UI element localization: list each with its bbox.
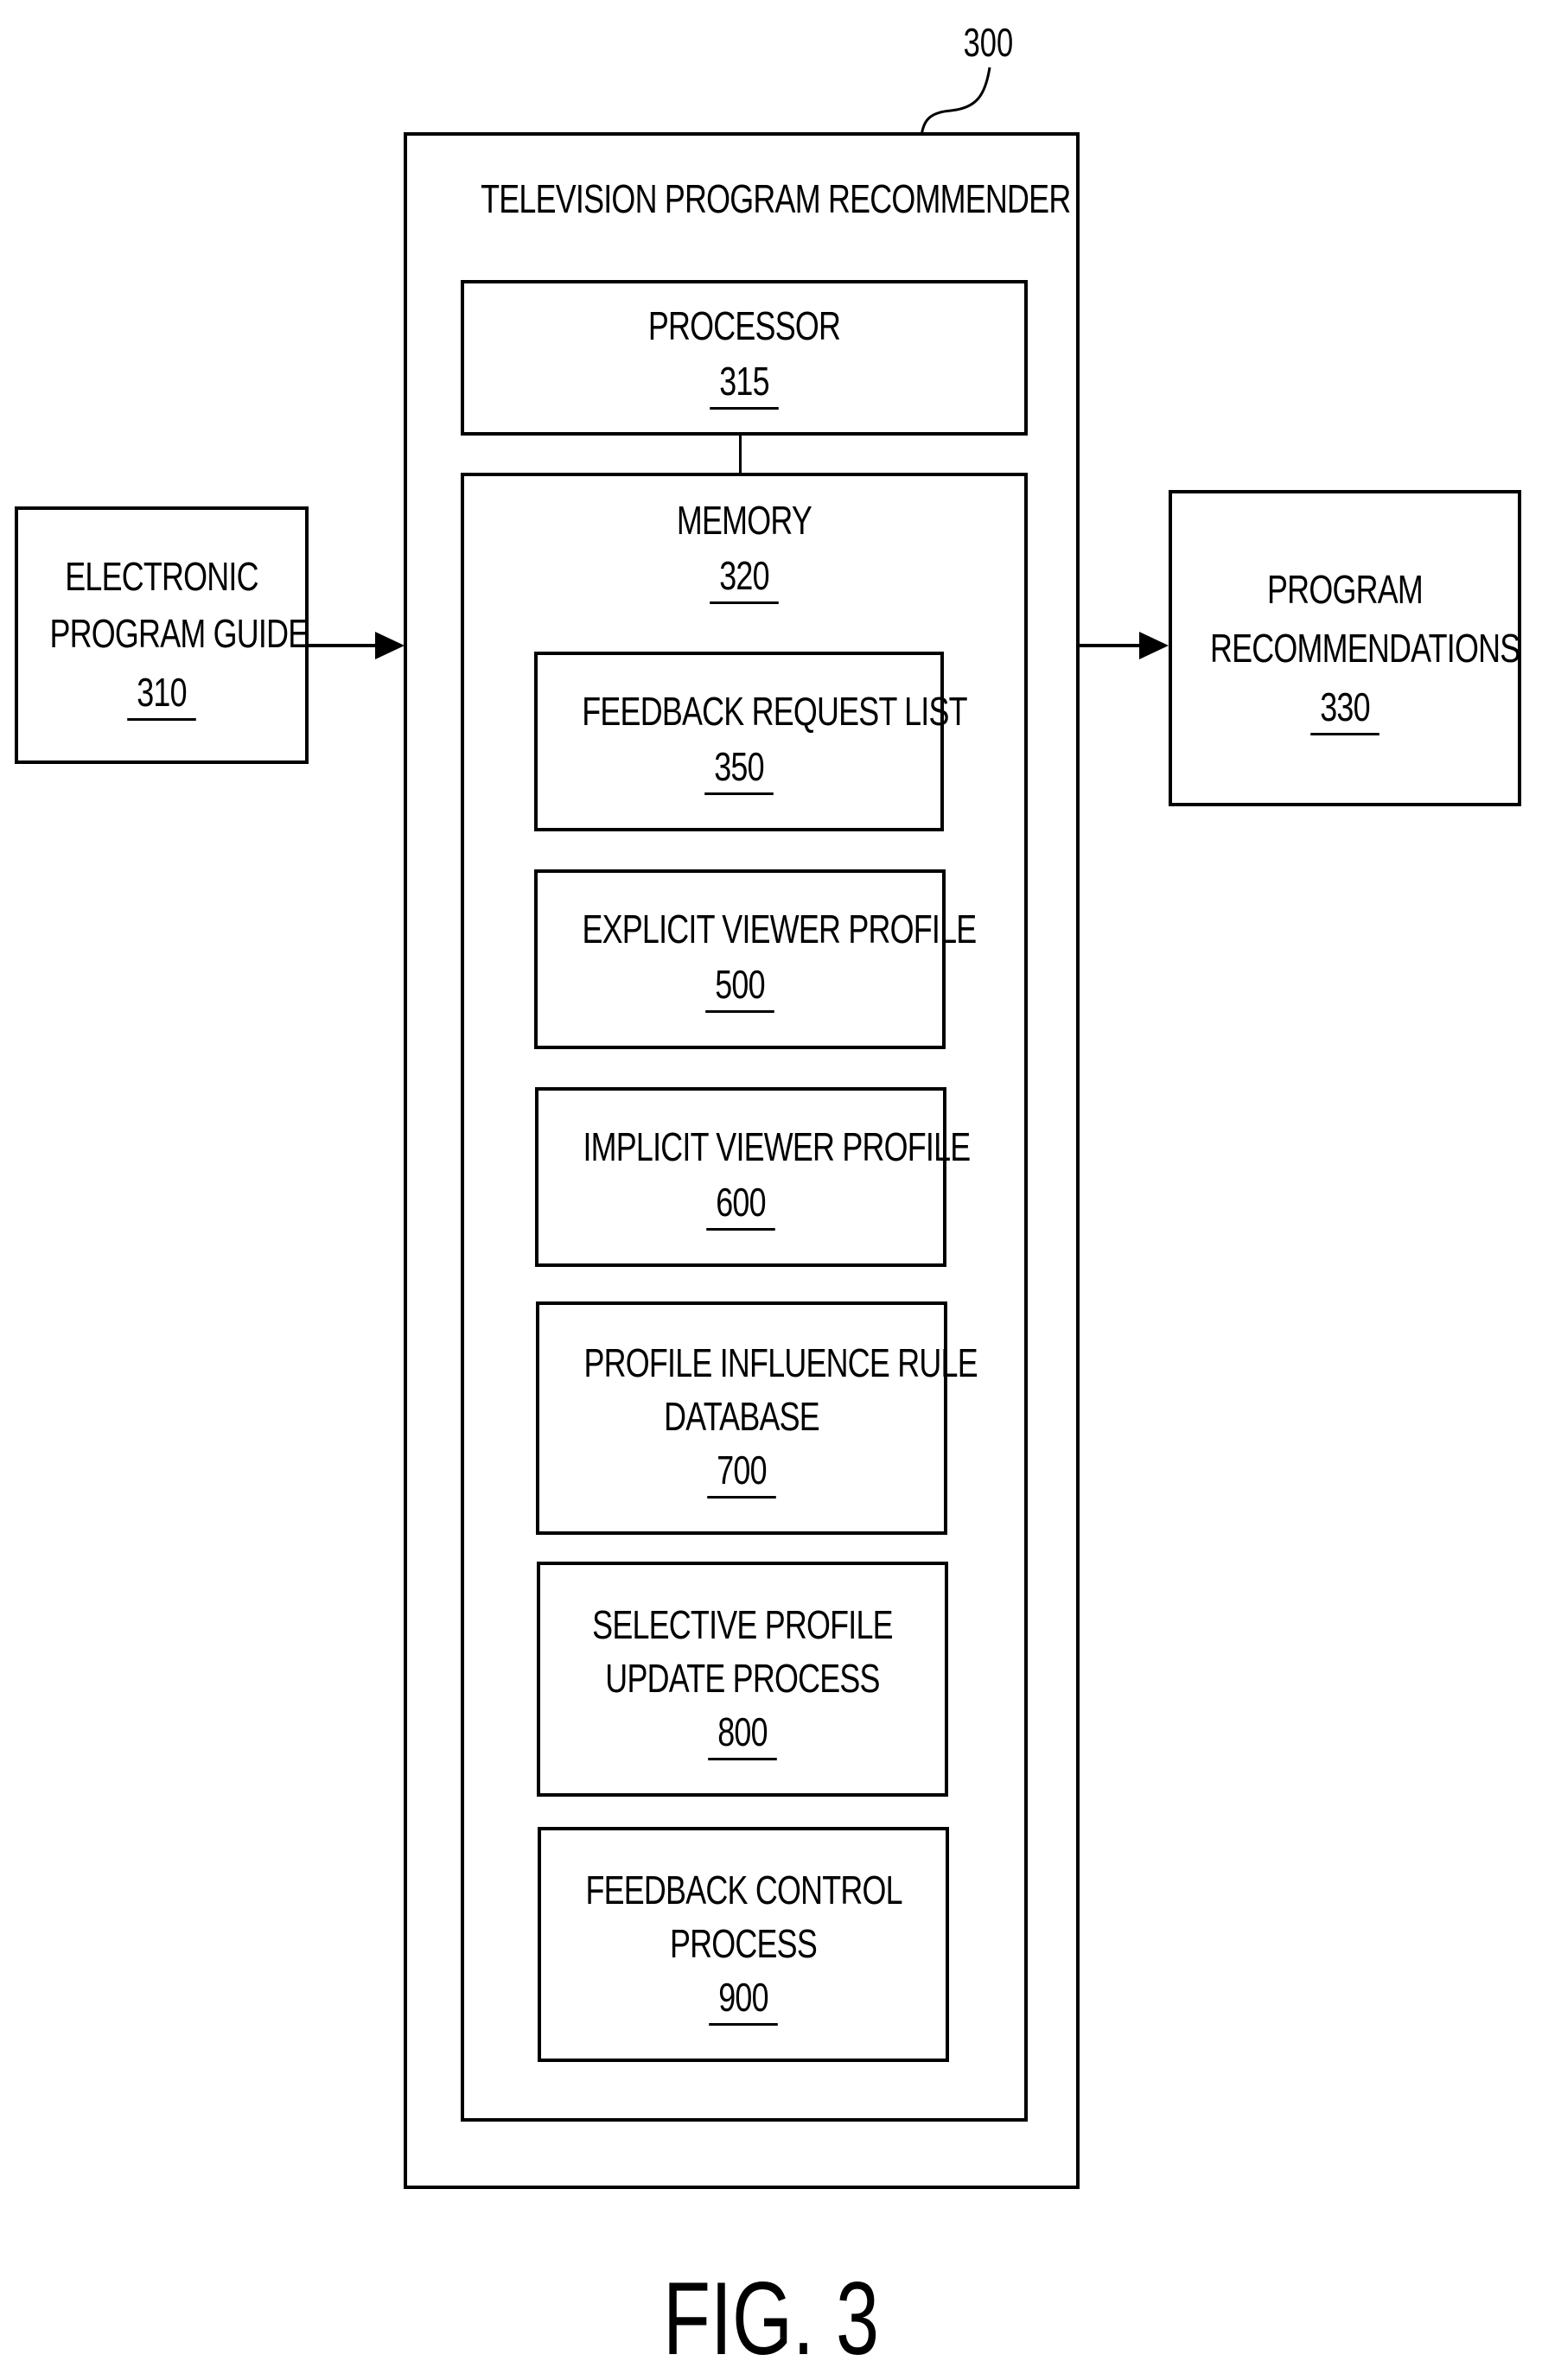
program-recommendations-box: PROGRAM RECOMMENDATIONS 330	[1169, 490, 1521, 806]
figure-caption: FIG. 3	[662, 2261, 880, 2377]
feedback-request-list-ref-number: 350	[704, 742, 774, 795]
feedback-request-list-label: FEEDBACK REQUEST LIST	[582, 689, 967, 734]
memory-label: MEMORY	[676, 498, 812, 543]
memory-ref-number: 320	[710, 551, 779, 604]
selective-profile-update-process-label-line-1: SELECTIVE PROFILE	[592, 1602, 893, 1647]
implicit-viewer-profile-ref: 600	[583, 1175, 898, 1231]
selective-profile-update-process-box: SELECTIVE PROFILE UPDATE PROCESS 800	[537, 1562, 948, 1797]
explicit-viewer-profile-label: EXPLICIT VIEWER PROFILE	[582, 907, 977, 951]
processor-ref-number: 315	[710, 357, 779, 410]
program-recommendations-label-line-2: RECOMMENDATIONS	[1210, 626, 1520, 671]
epg-label-line-1: ELECTRONIC	[65, 554, 258, 599]
selective-profile-update-process-label-line-2: UPDATE PROCESS	[605, 1656, 880, 1701]
processor-box: PROCESSOR 315	[461, 280, 1028, 436]
profile-influence-rule-database-ref-number: 700	[707, 1446, 776, 1499]
feedback-control-process-ref: 900	[585, 1970, 901, 2026]
epg-ref-number: 310	[127, 668, 196, 721]
explicit-viewer-profile-ref: 500	[582, 958, 897, 1013]
epg-label-line-2: PROGRAM GUIDE	[49, 611, 309, 656]
profile-influence-rule-database-label-line-1: PROFILE INFLUENCE RULE	[583, 1340, 978, 1385]
processor-ref: 315	[526, 354, 962, 410]
arrow-epg-to-recommender-shaft	[309, 644, 378, 647]
program-recommendations-label-line-1: PROGRAM	[1267, 567, 1424, 612]
program-recommendations-ref: 330	[1210, 680, 1480, 735]
arrow-recommender-to-recommendations-head	[1139, 632, 1169, 659]
electronic-program-guide-box: ELECTRONIC PROGRAM GUIDE 310	[15, 506, 309, 764]
feedback-control-process-label-line-2: PROCESS	[669, 1921, 818, 1966]
explicit-viewer-profile-ref-number: 500	[705, 960, 774, 1013]
feedback-control-process-label-line-1: FEEDBACK CONTROL	[585, 1868, 902, 1912]
implicit-viewer-profile-ref-number: 600	[706, 1178, 775, 1231]
implicit-viewer-profile-box: IMPLICIT VIEWER PROFILE 600	[535, 1087, 971, 1267]
arrow-epg-to-recommender-head	[375, 632, 405, 659]
arrow-recommender-to-recommendations-shaft	[1080, 644, 1142, 647]
feedback-control-process-ref-number: 900	[709, 1973, 778, 2026]
profile-influence-rule-database-box: PROFILE INFLUENCE RULE DATABASE 700	[536, 1301, 978, 1535]
epg-ref: 310	[50, 665, 274, 721]
feedback-request-list-ref: 350	[582, 740, 895, 795]
feedback-request-list-box: FEEDBACK REQUEST LIST 350	[534, 652, 968, 831]
system-reference-numeral: 300	[963, 20, 1014, 65]
profile-influence-rule-database-label-line-2: DATABASE	[664, 1394, 820, 1439]
memory-ref: 320	[526, 549, 962, 604]
feedback-control-process-box: FEEDBACK CONTROL PROCESS 900	[538, 1827, 949, 2062]
program-recommendations-ref-number: 330	[1310, 683, 1380, 735]
recommender-title: TELEVISION PROGRAM RECOMMENDER	[481, 176, 1071, 221]
profile-influence-rule-database-ref: 700	[583, 1443, 899, 1499]
processor-memory-connector	[739, 434, 742, 475]
selective-profile-update-process-ref: 800	[584, 1705, 900, 1760]
explicit-viewer-profile-box: EXPLICIT VIEWER PROFILE 500	[534, 869, 977, 1049]
implicit-viewer-profile-label: IMPLICIT VIEWER PROFILE	[583, 1124, 971, 1169]
processor-label: PROCESSOR	[647, 303, 841, 348]
selective-profile-update-process-ref-number: 800	[708, 1708, 777, 1760]
